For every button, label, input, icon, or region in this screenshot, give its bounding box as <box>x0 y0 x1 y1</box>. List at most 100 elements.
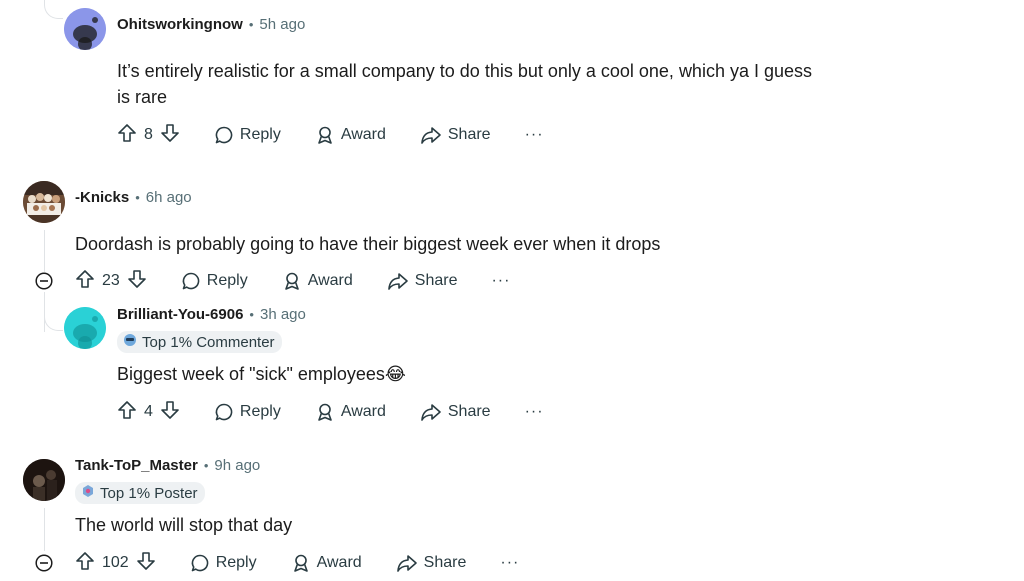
award-label: Award <box>340 126 386 143</box>
author-name[interactable]: Brilliant-You-6906 <box>117 306 243 323</box>
award-label: Award <box>316 554 362 571</box>
upvote-icon[interactable] <box>75 551 95 576</box>
share-arrow-icon <box>420 402 442 422</box>
comment-body: Biggest week of "sick" employees😂 <box>117 361 877 387</box>
reply-bubble-icon <box>214 125 234 145</box>
thread-connector <box>44 0 63 19</box>
downvote-icon[interactable] <box>160 400 180 425</box>
comment-meta: Brilliant-You-6906 • 3h ago <box>117 306 306 323</box>
author-name[interactable]: Ohitsworkingnow <box>117 16 243 33</box>
author-name[interactable]: -Knicks <box>75 189 129 206</box>
thread-connector <box>44 308 63 331</box>
separator-dot: • <box>248 17 254 32</box>
comment-actions: 4 Reply Award Share ··· <box>117 400 544 424</box>
photo-avatar-icon <box>23 459 65 501</box>
comment-body-line: It’s entirely realistic for a small comp… <box>117 61 813 81</box>
upvote-icon[interactable] <box>117 123 137 148</box>
more-icon[interactable]: ··· <box>525 403 544 421</box>
reply-bubble-icon <box>181 271 201 291</box>
share-label: Share <box>447 126 491 143</box>
vote-count: 8 <box>144 126 153 143</box>
award-button[interactable]: Award <box>315 125 386 145</box>
more-icon[interactable]: ··· <box>525 126 544 144</box>
award-label: Award <box>340 403 386 420</box>
separator-dot: • <box>203 458 209 473</box>
upvote-icon[interactable] <box>117 400 137 425</box>
award-button[interactable]: Award <box>291 553 362 573</box>
flair-icon <box>123 333 137 351</box>
separator-dot: • <box>135 190 140 205</box>
comment-body: It’s entirely realistic for a small comp… <box>117 58 877 110</box>
vote-group: 4 <box>117 400 180 425</box>
avatar[interactable] <box>64 8 106 50</box>
team-photo-avatar-icon <box>23 181 65 223</box>
timestamp[interactable]: 6h ago <box>146 189 192 206</box>
comment-actions: 8 Reply Award Share ··· <box>117 123 544 147</box>
reply-bubble-icon <box>190 553 210 573</box>
award-icon <box>315 402 335 422</box>
reply-button[interactable]: Reply <box>190 553 257 573</box>
upvote-icon[interactable] <box>75 269 95 294</box>
vote-group: 8 <box>117 123 180 148</box>
comment-actions: 23 Reply Award Share ··· <box>75 269 510 293</box>
reply-bubble-icon <box>214 402 234 422</box>
more-icon[interactable]: ··· <box>500 554 519 572</box>
comment-body-line: is rare <box>117 87 168 107</box>
share-button[interactable]: Share <box>420 125 491 145</box>
collapse-icon[interactable] <box>35 554 53 572</box>
vote-count: 23 <box>102 272 120 289</box>
more-icon[interactable]: ··· <box>491 272 510 290</box>
vote-group: 23 <box>75 269 147 294</box>
downvote-icon[interactable] <box>127 269 147 294</box>
vote-count: 102 <box>102 554 129 571</box>
reply-label: Reply <box>215 554 257 571</box>
separator-dot: • <box>249 307 254 322</box>
timestamp[interactable]: 9h ago <box>214 457 260 474</box>
comment-meta: -Knicks • 6h ago <box>75 189 192 206</box>
reply-button[interactable]: Reply <box>181 271 248 291</box>
comment-actions: 102 Reply Award Share ··· <box>75 551 519 575</box>
vote-count: 4 <box>144 403 153 420</box>
snoo-avatar-icon <box>64 8 106 50</box>
share-button[interactable]: Share <box>396 553 467 573</box>
thread-line <box>44 508 45 551</box>
comment-body: Doordash is probably going to have their… <box>75 231 875 257</box>
reply-button[interactable]: Reply <box>214 402 281 422</box>
share-arrow-icon <box>387 271 409 291</box>
timestamp[interactable]: 3h ago <box>260 306 306 323</box>
share-button[interactable]: Share <box>387 271 457 291</box>
reply-label: Reply <box>206 272 248 289</box>
downvote-icon[interactable] <box>136 551 156 576</box>
comment-meta: Ohitsworkingnow • 5h ago <box>117 16 305 33</box>
reply-label: Reply <box>239 403 281 420</box>
user-flair: Top 1% Commenter <box>117 331 282 353</box>
share-button[interactable]: Share <box>420 402 491 422</box>
flair-label: Top 1% Commenter <box>142 333 275 351</box>
laughing-emoji: 😂 <box>384 364 406 384</box>
avatar[interactable] <box>23 181 65 223</box>
award-icon <box>315 125 335 145</box>
award-icon <box>282 271 302 291</box>
award-icon <box>291 553 311 573</box>
avatar[interactable] <box>64 307 106 349</box>
author-name[interactable]: Tank-ToP_Master <box>75 457 198 474</box>
share-label: Share <box>447 403 491 420</box>
award-button[interactable]: Award <box>315 402 386 422</box>
downvote-icon[interactable] <box>160 123 180 148</box>
share-label: Share <box>423 554 467 571</box>
share-arrow-icon <box>396 553 418 573</box>
flair-icon <box>81 484 95 502</box>
collapse-icon[interactable] <box>35 272 53 290</box>
avatar[interactable] <box>23 459 65 501</box>
user-flair: Top 1% Poster <box>75 482 205 504</box>
timestamp[interactable]: 5h ago <box>259 16 305 33</box>
award-button[interactable]: Award <box>282 271 353 291</box>
thread-line <box>44 230 45 272</box>
comment-body: The world will stop that day <box>75 512 875 538</box>
vote-group: 102 <box>75 551 156 576</box>
award-label: Award <box>307 272 353 289</box>
comment-body-line: Doordash is probably going to have their… <box>75 234 661 254</box>
flair-label: Top 1% Poster <box>100 484 198 502</box>
reply-button[interactable]: Reply <box>214 125 281 145</box>
share-arrow-icon <box>420 125 442 145</box>
